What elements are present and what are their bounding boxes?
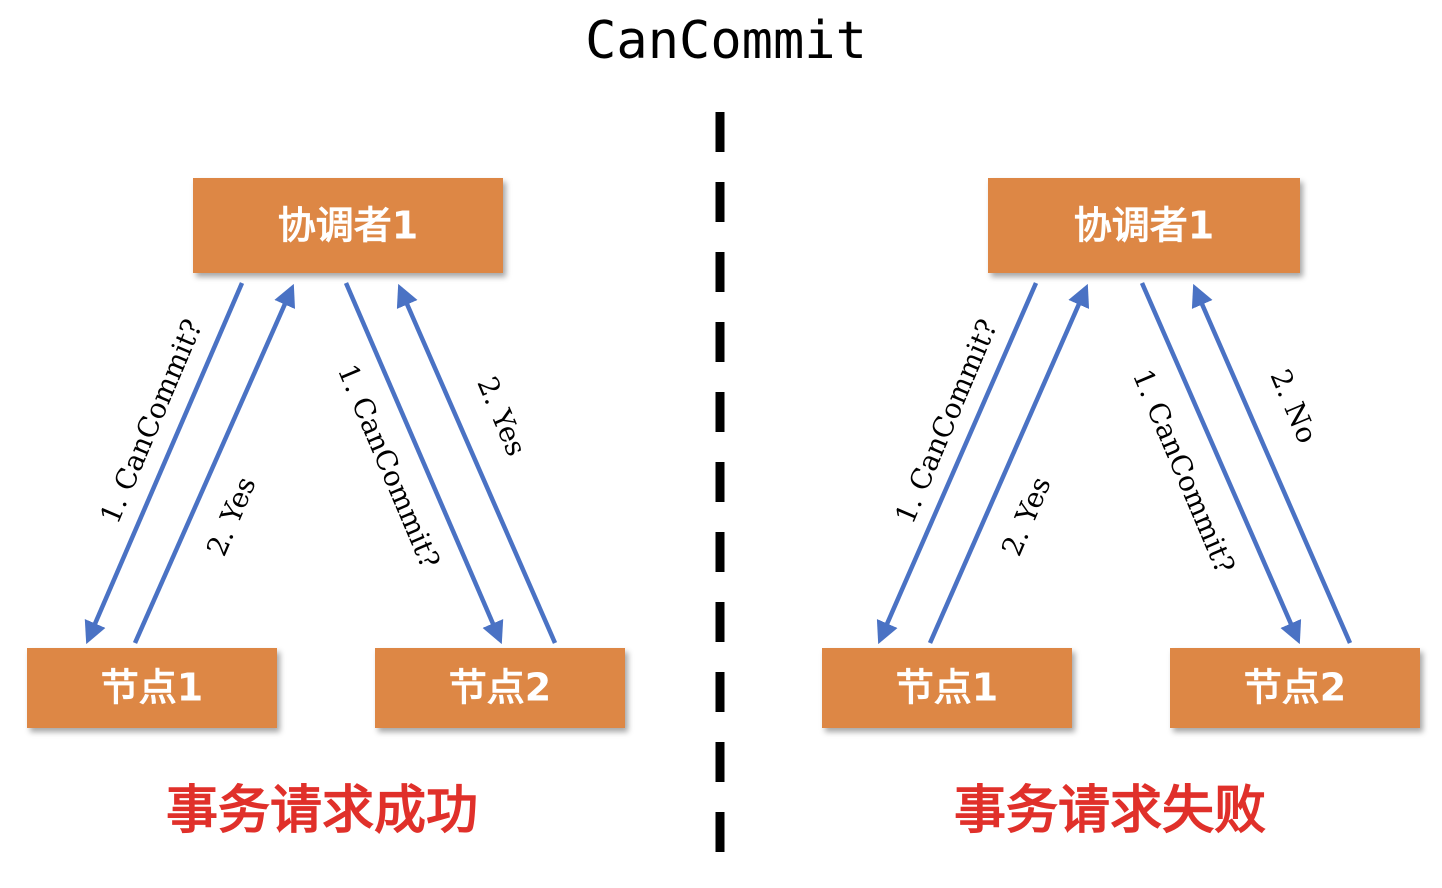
label-no-node2: 2. No: [1264, 364, 1324, 448]
arrow-cancommit-node1: [876, 282, 1039, 645]
label-cancommit-node2: 1. CanCommit?: [331, 359, 447, 573]
node2-label: 节点2: [1244, 666, 1346, 710]
diagram-title: CanCommit: [585, 11, 867, 71]
label-yes-node1: 2. Yes: [995, 472, 1058, 561]
arrow-no-node2: [1191, 283, 1353, 644]
coordinator-label: 协调者1: [278, 204, 418, 248]
node1-box: 节点1: [27, 648, 277, 728]
panel-success: 协调者1 节点1 节点2 1. CanCommit? 2. Yes 1. Can…: [27, 178, 625, 841]
node1-box: 节点1: [822, 648, 1072, 728]
coordinator-box: 协调者1: [988, 178, 1300, 273]
label-yes-node1: 2. Yes: [200, 472, 263, 561]
node1-label: 节点1: [896, 666, 998, 710]
arrow-yes-node1: [927, 283, 1090, 644]
node2-box: 节点2: [1170, 648, 1420, 728]
coordinator-label: 协调者1: [1074, 204, 1214, 248]
caption-failure: 事务请求失败: [954, 780, 1266, 841]
arrow-yes-node1: [132, 283, 296, 644]
cancommit-diagram: CanCommit 协调者1 节点1 节点2 1. CanCommit? 2. …: [27, 11, 1420, 860]
node1-label: 节点1: [101, 666, 203, 710]
caption-success: 事务请求成功: [166, 780, 478, 841]
panel-failure: 协调者1 节点1 节点2 1. CanCommit? 2. Yes 1. Can…: [822, 178, 1420, 841]
node2-label: 节点2: [449, 666, 551, 710]
node2-box: 节点2: [375, 648, 625, 728]
label-yes-node2: 2. Yes: [470, 372, 533, 461]
label-cancommit-node1: 1. CanCommit?: [888, 314, 1004, 528]
coordinator-box: 协调者1: [193, 178, 503, 273]
arrow-cancommit-node1: [84, 282, 245, 645]
